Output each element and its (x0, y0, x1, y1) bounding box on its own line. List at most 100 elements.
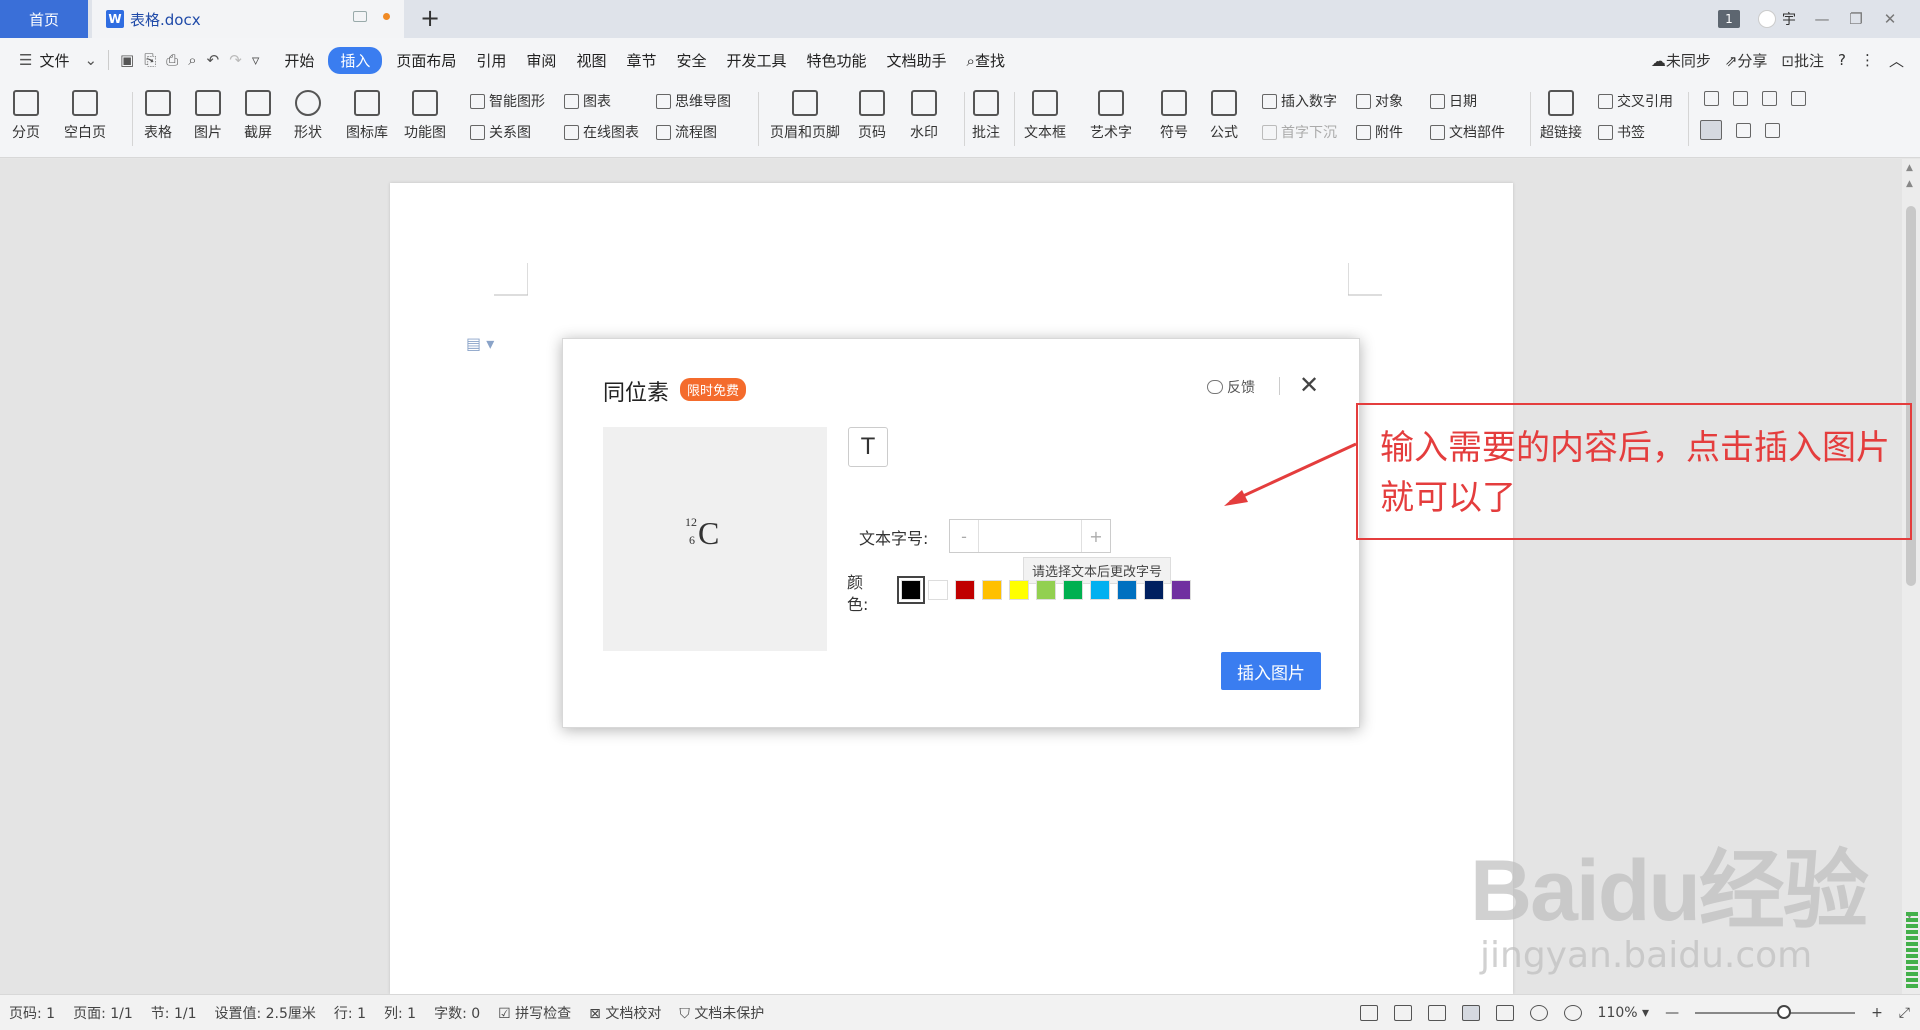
redo-icon[interactable]: ↷ (224, 51, 247, 69)
menu-insert[interactable]: 插入 (328, 46, 383, 74)
status-page[interactable]: 页码: 1 (0, 1003, 64, 1023)
watermark-button[interactable]: 水印 (910, 90, 938, 142)
help-icon[interactable]: ? (1838, 51, 1846, 69)
increase-button[interactable]: + (1082, 520, 1110, 552)
zoom-level[interactable]: 110% ▾ (1598, 1005, 1650, 1021)
color-swatch[interactable] (928, 580, 948, 600)
minimize-icon[interactable]: — (1814, 10, 1830, 28)
status-section[interactable]: 节: 1/1 (142, 1003, 206, 1023)
text-format-button[interactable]: T (848, 427, 888, 467)
word-art-button[interactable]: 艺术字 (1090, 90, 1132, 142)
color-swatch[interactable] (1090, 580, 1110, 600)
save-icon[interactable]: ▣ (115, 51, 139, 69)
page-number-button[interactable]: 页码 (858, 90, 886, 142)
color-swatch[interactable] (1144, 580, 1164, 600)
mind-map-button[interactable]: 思维导图 (656, 91, 731, 111)
menu-features[interactable]: 特色功能 (797, 50, 877, 71)
color-swatch[interactable] (1117, 580, 1137, 600)
doc-protect-button[interactable]: ⛉ 文档未保护 (670, 1003, 773, 1023)
icon-library-button[interactable]: 图标库 (346, 90, 388, 142)
tab-home[interactable]: 首页 (0, 0, 88, 38)
more-icon[interactable]: ⋮ (1860, 51, 1875, 69)
doc-parts-button[interactable]: 文档部件 (1430, 122, 1505, 142)
online-chart-button[interactable]: 在线图表 (564, 122, 639, 142)
menu-section[interactable]: 章节 (616, 50, 666, 71)
formula-button[interactable]: 公式 (1210, 90, 1238, 142)
insert-picture-button[interactable]: 插入图片 (1221, 652, 1321, 690)
color-swatch[interactable] (982, 580, 1002, 600)
zoom-out-icon[interactable]: — (1665, 1005, 1679, 1021)
print-preview-icon[interactable]: ⌕ (183, 51, 201, 69)
hyperlink-button[interactable]: 超链接 (1540, 90, 1582, 142)
menu-security[interactable]: 安全 (666, 50, 716, 71)
status-pages[interactable]: 页面: 1/1 (64, 1003, 142, 1023)
window-count-badge[interactable]: 1 (1718, 10, 1740, 28)
eye-protect-icon[interactable] (1563, 1005, 1582, 1021)
paragraph-menu-icon[interactable]: ▤ ▾ (466, 334, 494, 353)
restore-icon[interactable]: ❐ (1848, 10, 1864, 28)
scroll-up-icon[interactable]: ▲ (1906, 163, 1913, 173)
doc-proofread-button[interactable]: ⊠ 文档校对 (580, 1003, 670, 1023)
chart-button[interactable]: 图表 (564, 91, 611, 111)
table-button[interactable]: 表格 (144, 90, 172, 142)
color-swatch[interactable] (897, 576, 925, 604)
zoom-in-icon[interactable]: + (1871, 1005, 1883, 1021)
fit-page-icon[interactable]: ⤢ (1899, 1005, 1910, 1021)
status-setting[interactable]: 设置值: 2.5厘米 (205, 1003, 324, 1023)
menu-references[interactable]: 引用 (466, 50, 516, 71)
bookmark-button[interactable]: 书签 (1598, 122, 1645, 142)
chevron-down-icon[interactable]: ⌄ (79, 51, 102, 69)
list-box-icon[interactable] (1762, 91, 1777, 106)
new-tab-icon[interactable]: + (420, 4, 440, 32)
text-field-icon[interactable] (1704, 91, 1719, 106)
text-box-button[interactable]: 文本框 (1024, 90, 1066, 142)
object-button[interactable]: 对象 (1356, 91, 1403, 111)
comment-button[interactable]: ⊡批注 (1781, 50, 1824, 71)
design-mode-icon[interactable] (1700, 120, 1722, 140)
properties-icon[interactable] (1736, 122, 1751, 138)
color-swatch[interactable] (1009, 580, 1029, 600)
header-footer-button[interactable]: 页眉和页脚 (770, 90, 840, 142)
cross-reference-button[interactable]: 交叉引用 (1598, 91, 1673, 111)
color-swatch[interactable] (955, 580, 975, 600)
menu-view[interactable]: 视图 (566, 50, 616, 71)
menu-start[interactable]: 开始 (274, 50, 324, 71)
relation-chart-button[interactable]: 关系图 (470, 122, 531, 142)
flowchart-button[interactable]: 流程图 (656, 122, 717, 142)
menu-file[interactable]: 文件 (37, 50, 79, 71)
menu-page-layout[interactable]: 页面布局 (386, 50, 466, 71)
share-button[interactable]: ⇗分享 (1725, 50, 1768, 71)
sync-button[interactable]: ☁未同步 (1651, 50, 1711, 71)
collapse-ribbon-icon[interactable]: ︿ (1889, 50, 1904, 71)
vertical-scrollbar[interactable]: ▲ ▲ ▼ (1902, 159, 1920, 994)
annotation-button[interactable]: 批注 (972, 90, 1000, 142)
feedback-button[interactable]: 反馈 (1207, 377, 1255, 397)
status-word-count[interactable]: 字数: 0 (425, 1003, 489, 1023)
print-icon[interactable]: ⎙ (161, 51, 183, 69)
fullscreen-icon[interactable] (1359, 1005, 1378, 1021)
export-icon[interactable]: ⎘ (139, 51, 161, 69)
zoom-slider-knob[interactable] (1777, 1005, 1792, 1019)
undo-icon[interactable]: ↶ (202, 51, 225, 69)
close-window-icon[interactable]: ✕ (1882, 10, 1898, 28)
shape-button[interactable]: 形状 (294, 90, 322, 142)
color-swatch[interactable] (1063, 580, 1083, 600)
symbol-button[interactable]: 符号 (1160, 90, 1188, 142)
color-swatch[interactable] (1036, 580, 1056, 600)
search-button[interactable]: ⌕查找 (957, 50, 1015, 71)
insert-number-button[interactable]: 插入数字 (1262, 91, 1337, 111)
close-icon[interactable]: ✕ (1299, 371, 1319, 399)
menu-doc-assistant[interactable]: 文档助手 (877, 50, 957, 71)
function-chart-button[interactable]: 功能图 (404, 90, 446, 142)
blank-page-button[interactable]: 空白页 (64, 90, 106, 142)
attachment-button[interactable]: 附件 (1356, 122, 1403, 142)
pen-icon[interactable] (1427, 1005, 1446, 1021)
status-row[interactable]: 行: 1 (325, 1003, 375, 1023)
tab-document[interactable]: W 表格.docx (92, 0, 404, 38)
font-size-input[interactable] (978, 520, 1082, 552)
date-button[interactable]: 日期 (1430, 91, 1477, 111)
zoom-slider[interactable] (1695, 1005, 1856, 1019)
read-mode-icon[interactable] (1393, 1005, 1412, 1021)
frame-icon[interactable] (1791, 91, 1806, 106)
scroll-up-icon[interactable]: ▲ (1906, 179, 1913, 189)
